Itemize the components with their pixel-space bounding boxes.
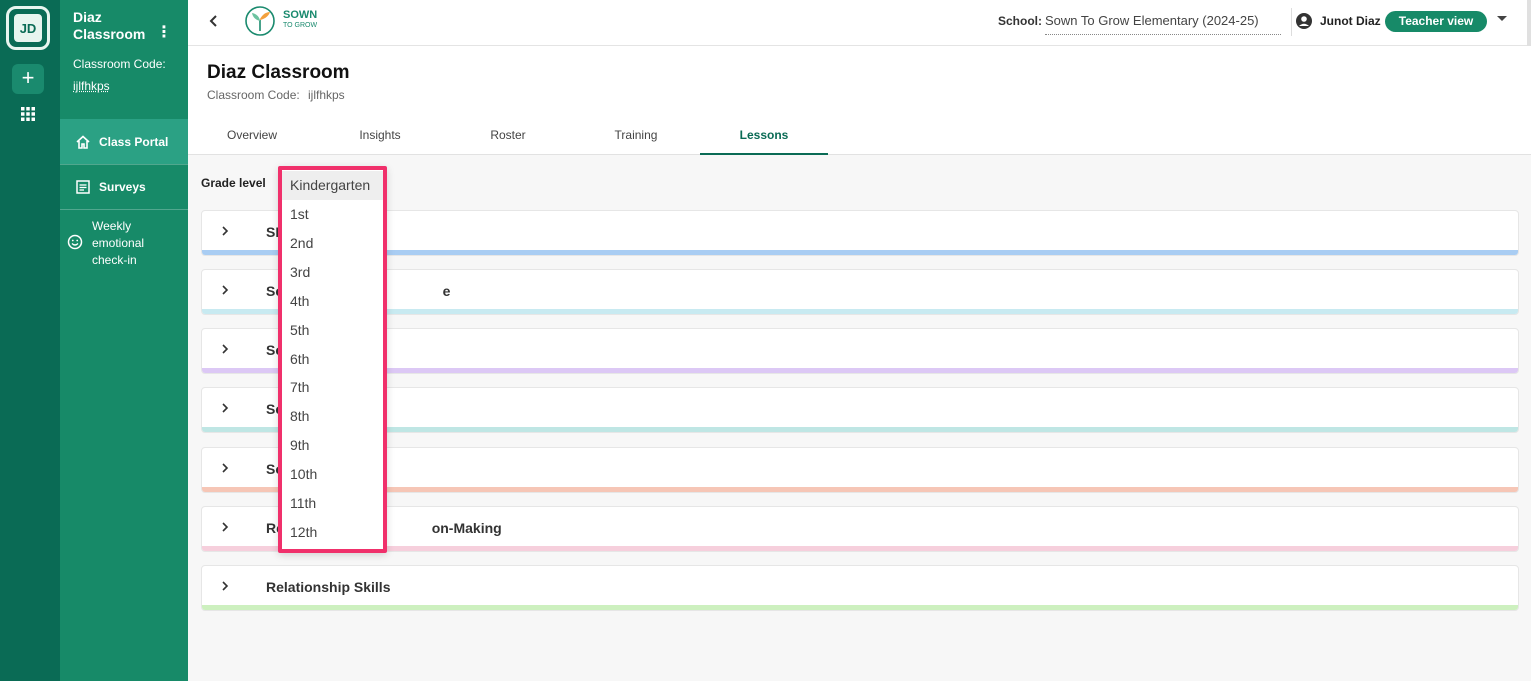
tab-overview[interactable]: Overview (188, 118, 316, 155)
add-classroom-button[interactable]: + (12, 64, 44, 94)
page-title: Diaz Classroom (207, 62, 350, 83)
grade-option-1st[interactable]: 1st (282, 200, 383, 229)
header-divider (1291, 8, 1292, 36)
tab-training[interactable]: Training (572, 118, 700, 155)
smiley-icon (67, 234, 83, 250)
lesson-category-card[interactable]: Se e (201, 269, 1519, 315)
grade-option-12th[interactable]: 12th (282, 518, 383, 547)
user-account-icon[interactable] (1295, 12, 1313, 30)
chevron-right-icon[interactable] (219, 284, 231, 296)
lesson-category-card[interactable]: Re on-Making (201, 506, 1519, 552)
card-color-bar (202, 309, 1518, 314)
grade-level-label: Grade level (201, 176, 266, 190)
lesson-category-card[interactable]: So (201, 447, 1519, 493)
grade-option-3rd[interactable]: 3rd (282, 258, 383, 287)
survey-icon (76, 180, 90, 194)
apps-grid-icon[interactable] (20, 106, 36, 122)
page-header: Diaz Classroom Classroom Code: ijlfhkps … (188, 46, 1531, 155)
classroom-avatar[interactable]: JD (6, 6, 50, 50)
classroom-code-label: Classroom Code: (207, 88, 300, 102)
grade-option-9th[interactable]: 9th (282, 431, 383, 460)
grade-option-5th[interactable]: 5th (282, 316, 383, 345)
sidebar-item-class-portal[interactable]: Class Portal (60, 119, 188, 164)
more-options-icon[interactable]: ⋮ (156, 25, 172, 41)
chevron-right-icon[interactable] (219, 225, 231, 237)
user-name: Junot Diaz (1320, 14, 1381, 28)
chevron-right-icon[interactable] (219, 521, 231, 533)
sidebar-classroom-code[interactable]: ijlfhkps (73, 79, 110, 93)
chevron-down-icon[interactable] (1497, 16, 1507, 21)
grade-option-6th[interactable]: 6th (282, 345, 383, 374)
card-color-bar (202, 546, 1518, 551)
card-title: Relationship Skills (266, 579, 391, 595)
teacher-view-button[interactable]: Teacher view (1385, 11, 1487, 32)
card-color-bar (202, 250, 1518, 255)
back-arrow-icon[interactable] (206, 12, 222, 30)
grade-option-kindergarten[interactable]: Kindergarten (282, 171, 383, 200)
sidebar-item-label: Surveys (99, 180, 146, 194)
avatar-initials: JD (12, 12, 44, 44)
chevron-right-icon[interactable] (219, 462, 231, 474)
grade-level-dropdown[interactable]: Kindergarten 1st 2nd 3rd 4th 5th 6th 7th… (278, 166, 387, 553)
grade-option-10th[interactable]: 10th (282, 460, 383, 489)
home-icon (76, 134, 90, 149)
sidebar-item-surveys[interactable]: Surveys (60, 165, 188, 209)
tab-roster[interactable]: Roster (444, 118, 572, 155)
app-rail: JD + (0, 0, 60, 681)
sidebar-item-label: Class Portal (99, 134, 169, 149)
sidebar-code-label: Classroom Code: (73, 57, 166, 71)
tab-lessons[interactable]: Lessons (700, 118, 828, 155)
grade-option-4th[interactable]: 4th (282, 287, 383, 316)
classroom-sidebar: Diaz Classroom ⋮ Classroom Code: ijlfhkp… (60, 0, 188, 681)
card-color-bar (202, 427, 1518, 432)
lesson-category-card[interactable]: Se (201, 387, 1519, 433)
lesson-category-card[interactable]: Relationship Skills (201, 565, 1519, 611)
grade-option-11th[interactable]: 11th (282, 489, 383, 518)
card-color-bar (202, 605, 1518, 610)
lesson-category-card[interactable]: Se (201, 328, 1519, 374)
scrollbar[interactable] (1527, 0, 1531, 46)
logo-text: SOWN (283, 9, 318, 21)
top-header: SOWN TO GROW School: Sown To Grow Elemen… (188, 0, 1531, 46)
sidebar-item-label: Weekly emotional check-in (92, 219, 145, 267)
grade-option-7th[interactable]: 7th (282, 373, 383, 402)
grade-option-8th[interactable]: 8th (282, 402, 383, 431)
sidebar-classroom-title: Diaz Classroom (73, 9, 146, 42)
chevron-right-icon[interactable] (219, 580, 231, 592)
logo-subtext: TO GROW (283, 22, 318, 29)
chevron-right-icon[interactable] (219, 343, 231, 355)
sidebar-item-weekly-checkin[interactable]: Weekly emotional check-in (60, 210, 188, 272)
school-label: School: (998, 14, 1042, 28)
school-select[interactable]: Sown To Grow Elementary (2024-25) (1045, 11, 1281, 35)
tab-insights[interactable]: Insights (316, 118, 444, 155)
card-color-bar (202, 368, 1518, 373)
lesson-category-card[interactable]: SE (201, 210, 1519, 256)
classroom-code: ijlfhkps (308, 88, 345, 102)
chevron-right-icon[interactable] (219, 402, 231, 414)
card-color-bar (202, 487, 1518, 492)
grade-option-2nd[interactable]: 2nd (282, 229, 383, 258)
